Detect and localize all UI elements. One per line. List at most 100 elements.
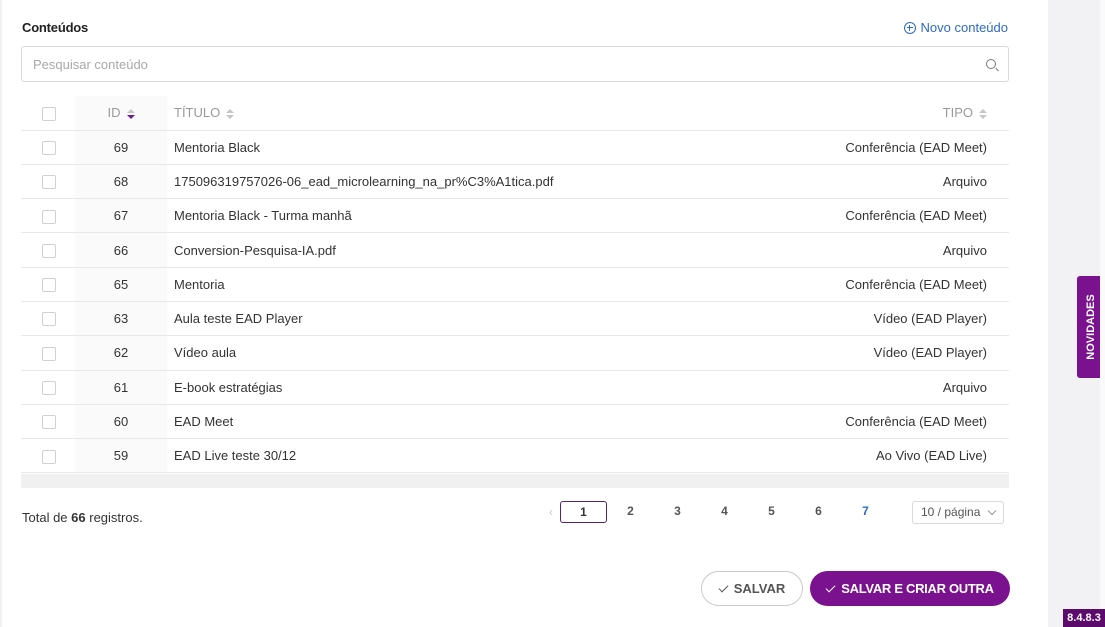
row-type: Ao Vivo (EAD Live) xyxy=(709,438,1009,474)
row-check-cell xyxy=(21,301,75,337)
page-5-button[interactable]: 5 xyxy=(748,501,795,523)
row-id: 65 xyxy=(75,267,167,302)
table-row[interactable]: 62 Vídeo aula Vídeo (EAD Player) xyxy=(21,335,1009,371)
row-check-cell xyxy=(21,232,75,268)
search-input[interactable] xyxy=(22,47,962,81)
row-check-cell xyxy=(21,438,75,474)
new-content-link[interactable]: Novo conteúdo xyxy=(903,20,1008,35)
row-check-cell xyxy=(21,130,75,165)
table-row[interactable]: 61 E-book estratégias Arquivo xyxy=(21,370,1009,405)
row-type: Conferência (EAD Meet) xyxy=(709,130,1009,165)
table-row[interactable]: 65 Mentoria Conferência (EAD Meet) xyxy=(21,267,1009,302)
right-edge xyxy=(1100,0,1105,627)
row-id: 69 xyxy=(75,130,167,165)
row-checkbox[interactable] xyxy=(42,346,56,361)
row-id: 63 xyxy=(75,301,167,337)
total-records: Total de 66 registros. xyxy=(22,510,143,525)
search-icon[interactable] xyxy=(986,59,996,69)
row-title: Mentoria Black - Turma manhã xyxy=(167,198,709,234)
sort-icon[interactable] xyxy=(226,108,235,119)
save-and-create-button[interactable]: SALVAR E CRIAR OUTRA xyxy=(810,571,1010,606)
table-header-row: ID TÍTULO TIPO xyxy=(21,96,1009,131)
contents-table: ID TÍTULO TIPO 69 Mentoria Black Conferênc… xyxy=(21,96,1009,474)
page-7-button[interactable]: 7 xyxy=(842,501,889,523)
row-title: Mentoria xyxy=(167,267,709,302)
row-type: Conferência (EAD Meet) xyxy=(709,198,1009,234)
row-check-cell xyxy=(21,404,75,440)
row-checkbox[interactable] xyxy=(42,312,56,327)
table-row[interactable]: 59 EAD Live teste 30/12 Ao Vivo (EAD Live) xyxy=(21,438,1009,474)
horizontal-scrollbar[interactable] xyxy=(21,474,1009,488)
table-row[interactable]: 69 Mentoria Black Conferência (EAD Meet) xyxy=(21,130,1009,165)
row-type: Conferência (EAD Meet) xyxy=(709,404,1009,440)
table-row[interactable]: 63 Aula teste EAD Player Vídeo (EAD Player… xyxy=(21,301,1009,337)
row-type: Arquivo xyxy=(709,370,1009,405)
column-type[interactable]: TIPO xyxy=(709,96,1009,131)
content-panel: Conteúdos Novo conteúdo ID TÍTULO TIPO 6… xyxy=(2,0,1048,627)
row-id: 59 xyxy=(75,438,167,474)
page-3-button[interactable]: 3 xyxy=(654,501,701,523)
row-id: 60 xyxy=(75,404,167,440)
row-check-cell xyxy=(21,335,75,371)
table-row[interactable]: 68 175096319757026-06_ead_microlearning_n… xyxy=(21,164,1009,200)
row-title: EAD Live teste 30/12 xyxy=(167,438,709,474)
row-title: Aula teste EAD Player xyxy=(167,301,709,337)
row-checkbox[interactable] xyxy=(42,449,56,464)
row-check-cell xyxy=(21,198,75,234)
select-all-checkbox[interactable] xyxy=(42,106,56,121)
sort-icon[interactable] xyxy=(126,108,135,119)
save-button[interactable]: SALVAR xyxy=(701,571,803,606)
save-label: SALVAR xyxy=(733,581,786,596)
row-checkbox[interactable] xyxy=(42,278,56,293)
page-size-value: 10 / página xyxy=(921,505,981,519)
sort-icon[interactable] xyxy=(979,108,987,119)
row-title: 175096319757026-06_ead_microlearning_na_… xyxy=(167,164,709,200)
version-badge: 8.4.8.3 xyxy=(1063,609,1105,627)
row-check-cell xyxy=(21,370,75,405)
page-6-button[interactable]: 6 xyxy=(795,501,842,523)
search-box xyxy=(21,46,1009,82)
page-4-button[interactable]: 4 xyxy=(701,501,748,523)
table-row[interactable]: 60 EAD Meet Conferência (EAD Meet) xyxy=(21,404,1009,440)
row-id: 67 xyxy=(75,198,167,234)
chevron-down-icon xyxy=(987,506,997,516)
row-checkbox[interactable] xyxy=(42,243,56,258)
row-type: Arquivo xyxy=(709,164,1009,200)
new-content-label: Novo conteúdo xyxy=(920,20,1008,35)
row-check-cell xyxy=(21,267,75,302)
row-type: Conferência (EAD Meet) xyxy=(709,267,1009,302)
row-id: 61 xyxy=(75,370,167,405)
row-title: Conversion-Pesquisa-IA.pdf xyxy=(167,232,709,268)
save-create-label: SALVAR E CRIAR OUTRA xyxy=(841,581,994,596)
row-checkbox[interactable] xyxy=(42,209,56,224)
column-type-label: TIPO xyxy=(942,105,973,121)
prev-page-icon[interactable]: ‹ xyxy=(542,505,560,519)
row-id: 68 xyxy=(75,164,167,200)
row-id: 66 xyxy=(75,232,167,268)
row-title: EAD Meet xyxy=(167,404,709,440)
table-row[interactable]: 66 Conversion-Pesquisa-IA.pdf Arquivo xyxy=(21,232,1009,268)
column-id-label: ID xyxy=(107,105,121,121)
row-checkbox[interactable] xyxy=(42,415,56,430)
total-suffix: registros. xyxy=(85,510,143,525)
total-prefix: Total de xyxy=(22,510,72,525)
row-check-cell xyxy=(21,164,75,200)
page-2-button[interactable]: 2 xyxy=(607,501,654,523)
column-title[interactable]: TÍTULO xyxy=(167,96,709,131)
page-size-select[interactable]: 10 / página xyxy=(912,501,1004,524)
check-icon xyxy=(718,582,729,592)
news-label: NOVIDADES xyxy=(1085,294,1097,360)
pagination: ‹ 1234567 xyxy=(542,501,889,523)
row-id: 62 xyxy=(75,335,167,371)
add-circle-icon xyxy=(903,21,916,34)
row-type: Vídeo (EAD Player) xyxy=(709,301,1009,337)
row-type: Arquivo xyxy=(709,232,1009,268)
column-id[interactable]: ID xyxy=(75,96,167,131)
table-row[interactable]: 67 Mentoria Black - Turma manhã Conferênci… xyxy=(21,198,1009,234)
total-count: 66 xyxy=(71,510,86,525)
row-title: Vídeo aula xyxy=(167,335,709,371)
row-checkbox[interactable] xyxy=(42,381,56,395)
row-checkbox[interactable] xyxy=(42,175,56,190)
row-checkbox[interactable] xyxy=(42,140,56,155)
page-1-button[interactable]: 1 xyxy=(560,501,607,523)
